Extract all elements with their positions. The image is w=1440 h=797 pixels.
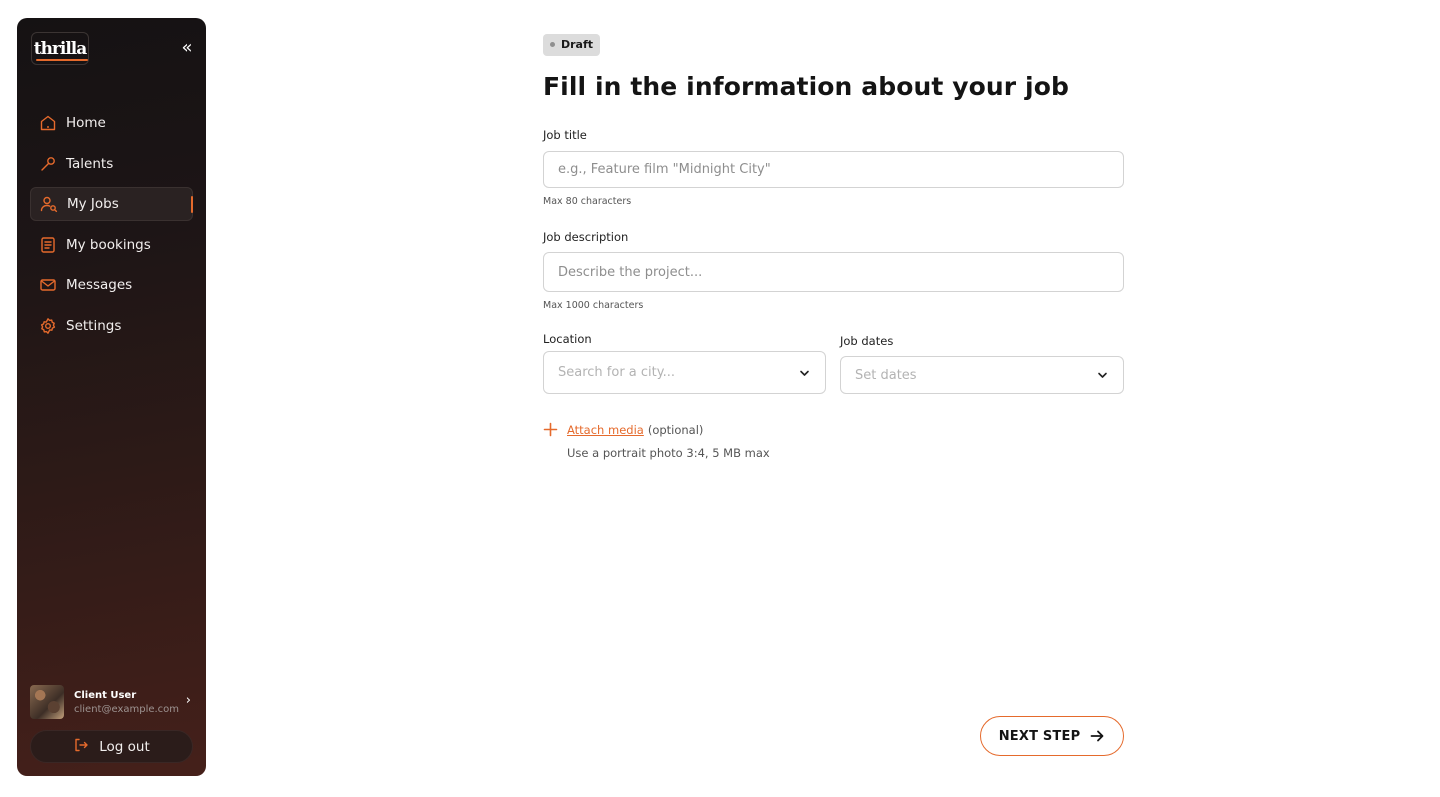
job-dates-placeholder: Set dates <box>855 367 917 383</box>
sidebar-item-label: Talents <box>66 155 114 172</box>
next-step-label: NEXT STEP <box>998 728 1081 744</box>
sidebar-item-label: My bookings <box>66 236 151 253</box>
status-dot <box>550 42 555 47</box>
attach-media-row: Attach media (optional) <box>543 422 703 437</box>
status-badge-label: Draft <box>561 38 594 51</box>
sidebar-item-my-jobs[interactable]: My Jobs <box>30 187 193 221</box>
chevron-down-icon <box>1098 372 1107 378</box>
logo-text: thrilla <box>33 38 89 61</box>
logo[interactable]: thrilla <box>31 32 89 65</box>
sidebar-item-home[interactable]: Home <box>30 106 193 140</box>
document-icon <box>39 236 57 254</box>
gear-icon <box>39 317 57 335</box>
optional-label: (optional) <box>647 422 704 437</box>
job-form: Draft Fill in the information about your… <box>543 32 1124 460</box>
next-step-button[interactable]: NEXT STEP <box>980 716 1124 756</box>
attach-media-link[interactable]: Attach media <box>567 423 644 437</box>
user-email: client@example.com <box>74 703 180 715</box>
location-select[interactable]: Search for a city... <box>543 351 826 394</box>
collapse-sidebar-icon[interactable]: « <box>177 38 197 58</box>
chevron-right-icon: › <box>185 693 191 708</box>
user-info: Client User client@example.com <box>74 690 179 715</box>
attach-media-hint: Use a portrait photo 3:4, 5 MB max <box>567 446 770 460</box>
arrow-right-icon <box>1090 730 1104 742</box>
location-placeholder: Search for a city... <box>558 365 675 380</box>
user-profile[interactable]: Client User client@example.com › <box>30 684 193 720</box>
logo-underline <box>35 58 89 61</box>
chevron-down-icon <box>800 370 809 376</box>
sidebar-item-messages[interactable]: Messages <box>30 268 193 302</box>
sidebar-item-talents[interactable]: Talents <box>30 147 193 181</box>
job-description-input[interactable] <box>543 252 1124 292</box>
page-title: Fill in the information about your job <box>543 72 1069 101</box>
sidebar-item-label: Settings <box>66 317 122 334</box>
wrench-icon <box>39 155 57 173</box>
sidebar: thrilla « Home Talents My Jobs My bookin <box>17 18 206 776</box>
location-label: Location <box>543 332 592 346</box>
user-search-icon <box>40 195 58 213</box>
job-title-hint: Max 80 characters <box>543 196 632 207</box>
sidebar-item-label: My Jobs <box>67 196 119 212</box>
logout-button[interactable]: Log out <box>30 730 193 763</box>
sidebar-item-settings[interactable]: Settings <box>30 309 193 343</box>
sidebar-nav: Home Talents My Jobs My bookings Message… <box>30 106 193 349</box>
plus-icon[interactable] <box>543 422 558 437</box>
user-name: Client User <box>74 689 137 701</box>
job-dates-select[interactable]: Set dates <box>840 356 1124 394</box>
job-description-hint: Max 1000 characters <box>543 300 644 311</box>
sidebar-item-my-bookings[interactable]: My bookings <box>30 228 193 262</box>
mail-icon <box>39 276 57 294</box>
job-title-label: Job title <box>543 128 587 142</box>
sidebar-item-label: Messages <box>66 277 133 293</box>
logout-icon <box>73 737 89 757</box>
job-dates-label: Job dates <box>840 334 894 348</box>
status-badge: Draft <box>543 33 601 56</box>
job-title-input[interactable] <box>543 151 1124 188</box>
job-description-label: Job description <box>543 230 629 244</box>
logout-label: Log out <box>99 738 150 755</box>
sidebar-item-label: Home <box>66 115 106 131</box>
avatar <box>30 685 64 719</box>
home-icon <box>39 114 57 132</box>
